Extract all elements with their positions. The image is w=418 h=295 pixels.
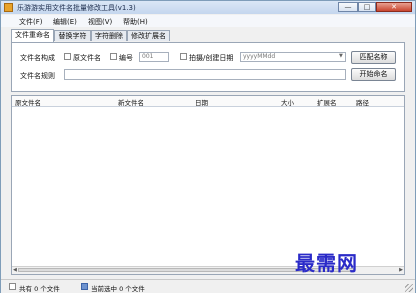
close-button[interactable]: ✕ bbox=[376, 2, 412, 12]
status-bar: 共有 0 个文件 当前选中 0 个文件 bbox=[1, 279, 415, 293]
status-total: 共有 0 个文件 bbox=[19, 285, 60, 293]
menu-edit[interactable]: 编辑(E) bbox=[53, 17, 77, 27]
list-header: 原文件名 新文件名 日期 大小 扩展名 路径 bbox=[12, 96, 404, 107]
window-title: 乐游游实用文件名批量修改工具(v1.3) bbox=[17, 4, 136, 12]
col-path[interactable]: 路径 bbox=[356, 97, 369, 107]
chevron-down-icon: ▼ bbox=[339, 53, 343, 59]
date-label: 拍摄/创建日期 bbox=[189, 54, 234, 62]
scroll-left-icon[interactable]: ◀ bbox=[13, 267, 17, 273]
scroll-right-icon[interactable]: ▶ bbox=[399, 267, 403, 273]
date-format-select[interactable]: yyyyMMdd bbox=[240, 52, 346, 62]
original-name-checkbox[interactable] bbox=[64, 53, 71, 60]
minimize-button[interactable]: — bbox=[338, 2, 358, 12]
number-input[interactable]: 001 bbox=[139, 52, 169, 62]
number-checkbox[interactable] bbox=[110, 53, 117, 60]
start-rename-button[interactable]: 开始命名 bbox=[351, 68, 396, 81]
resize-grip[interactable] bbox=[405, 284, 413, 292]
watermark-logo: 最需网 bbox=[295, 251, 358, 275]
col-extension[interactable]: 扩展名 bbox=[317, 97, 337, 107]
tab-rename[interactable]: 文件重命名 bbox=[11, 29, 54, 42]
app-icon bbox=[4, 3, 13, 12]
original-name-label: 原文件名 bbox=[73, 54, 101, 62]
name-rule-input[interactable] bbox=[64, 69, 346, 80]
col-new-name[interactable]: 新文件名 bbox=[118, 97, 144, 107]
col-original-name[interactable]: 原文件名 bbox=[15, 97, 41, 107]
match-name-button[interactable]: 匹配名称 bbox=[351, 51, 396, 64]
title-bar: 乐游游实用文件名批量修改工具(v1.3) — □ ✕ bbox=[1, 1, 415, 14]
rule-label: 文件名构成 bbox=[20, 54, 55, 62]
tab-extension[interactable]: 修改扩展名 bbox=[127, 30, 170, 41]
col-date[interactable]: 日期 bbox=[195, 97, 208, 107]
name-rule-label: 文件名规则 bbox=[20, 72, 55, 80]
maximize-button[interactable]: □ bbox=[358, 2, 376, 12]
rename-panel: 文件名构成 原文件名 编号 001 拍摄/创建日期 yyyyMMdd ▼ 匹配名… bbox=[11, 42, 405, 92]
app-window: 乐游游实用文件名批量修改工具(v1.3) — □ ✕ 文件(F) 编辑(E) 视… bbox=[0, 0, 416, 293]
menu-bar: 文件(F) 编辑(E) 视图(V) 帮助(H) bbox=[1, 15, 415, 27]
tab-replace[interactable]: 替换字符 bbox=[54, 30, 91, 41]
tab-delete[interactable]: 字符删除 bbox=[91, 30, 127, 41]
menu-view[interactable]: 视图(V) bbox=[88, 17, 112, 27]
selection-icon bbox=[81, 283, 88, 290]
menu-help[interactable]: 帮助(H) bbox=[123, 17, 148, 27]
date-checkbox[interactable] bbox=[180, 53, 187, 60]
menu-file[interactable]: 文件(F) bbox=[19, 17, 43, 27]
number-label: 编号 bbox=[119, 54, 133, 62]
file-icon bbox=[9, 283, 16, 290]
col-size[interactable]: 大小 bbox=[281, 97, 294, 107]
status-selected: 当前选中 0 个文件 bbox=[91, 285, 145, 293]
